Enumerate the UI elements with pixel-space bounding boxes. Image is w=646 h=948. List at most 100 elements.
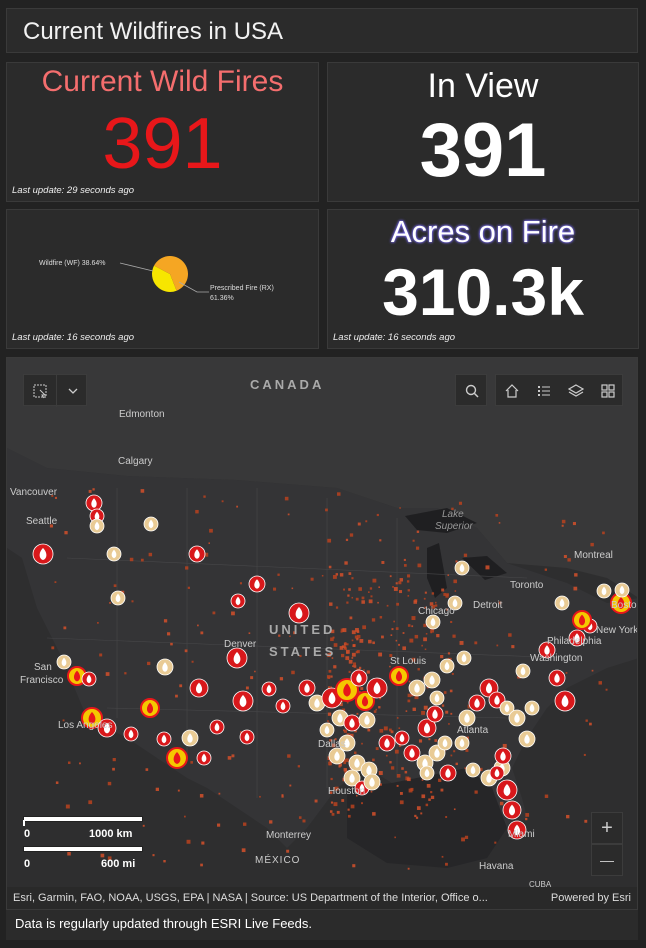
label-atlanta: Atlanta <box>457 725 489 736</box>
fire-marker-large[interactable] <box>572 610 592 630</box>
fire-marker-wildfire[interactable] <box>232 690 254 712</box>
fire-marker-wildfire[interactable] <box>298 679 316 697</box>
footer-note: Data is regularly updated through ESRI L… <box>6 910 638 940</box>
acres-value: 310.3k <box>382 255 584 329</box>
fire-marker-wildfire[interactable] <box>209 719 225 735</box>
fire-marker-large[interactable] <box>166 747 188 769</box>
fire-marker-prescribed[interactable] <box>508 709 526 727</box>
fire-marker-wildfire[interactable] <box>494 747 512 765</box>
fire-marker-wildfire[interactable] <box>261 681 277 697</box>
fire-marker-prescribed[interactable] <box>465 762 481 778</box>
fire-marker-wildfire[interactable] <box>502 800 522 820</box>
fire-marker-wildfire[interactable] <box>378 734 396 752</box>
select-tool-dropdown[interactable] <box>56 375 89 407</box>
fire-marker-wildfire[interactable] <box>394 730 410 746</box>
fire-marker-prescribed[interactable] <box>429 690 445 706</box>
fire-marker-prescribed[interactable] <box>89 518 105 534</box>
fire-marker-wildfire[interactable] <box>366 677 388 699</box>
acres-on-fire-card: Acres on Fire 310.3k Last update: 16 sec… <box>327 209 639 349</box>
label-canada: CANADA <box>250 377 325 392</box>
fire-marker-prescribed[interactable] <box>518 730 536 748</box>
fire-marker-prescribed[interactable] <box>515 663 531 679</box>
fire-marker-wildfire[interactable] <box>548 669 566 687</box>
fire-marker-prescribed[interactable] <box>156 658 174 676</box>
wildfire-map[interactable]: CANADA UNITED STATES MÉXICO Edmonton Cal… <box>6 357 638 910</box>
legend-button[interactable] <box>528 375 560 407</box>
home-icon <box>505 384 519 398</box>
zoom-in-label: + <box>601 817 613 839</box>
select-tool-button[interactable] <box>24 375 56 407</box>
fire-marker-prescribed[interactable] <box>454 560 470 576</box>
label-detroit: Detroit <box>473 600 503 611</box>
zoom-in-button[interactable]: + <box>591 812 623 844</box>
selection-tool-group <box>23 374 89 407</box>
search-button[interactable] <box>455 374 487 406</box>
fire-marker-wildfire[interactable] <box>226 647 248 669</box>
fire-marker-prescribed[interactable] <box>56 654 72 670</box>
fire-marker-prescribed[interactable] <box>554 595 570 611</box>
map-attribution[interactable]: Esri, Garmin, FAO, NOAA, USGS, EPA | NAS… <box>7 887 637 909</box>
fire-marker-wildfire[interactable] <box>439 764 457 782</box>
scale-bar: 0 1000 km 0 600 mi <box>23 816 143 876</box>
home-button[interactable] <box>496 375 528 407</box>
layers-button[interactable] <box>560 375 592 407</box>
select-area-icon <box>33 384 47 399</box>
fire-marker-prescribed[interactable] <box>456 650 472 666</box>
fire-marker-prescribed[interactable] <box>425 614 441 630</box>
basemap-gallery-button[interactable] <box>592 375 624 407</box>
fire-marker-wildfire[interactable] <box>189 678 209 698</box>
fire-marker-wildfire[interactable] <box>426 705 444 723</box>
fire-marker-prescribed[interactable] <box>439 658 455 674</box>
fire-marker-wildfire[interactable] <box>496 779 518 801</box>
fire-hotspot-dots <box>49 488 608 870</box>
fire-marker-prescribed[interactable] <box>358 711 376 729</box>
fire-marker-prescribed[interactable] <box>106 546 122 562</box>
fire-marker-prescribed[interactable] <box>419 765 435 781</box>
grid-icon <box>601 384 615 398</box>
fire-marker-prescribed[interactable] <box>614 582 630 598</box>
fire-marker-wildfire[interactable] <box>343 714 361 732</box>
fire-marker-wildfire[interactable] <box>468 694 486 712</box>
fire-marker-wildfire[interactable] <box>85 494 103 512</box>
scale-km-zero: 0 <box>24 828 31 840</box>
fire-marker-large[interactable] <box>389 666 409 686</box>
fire-marker-wildfire[interactable] <box>188 545 206 563</box>
fire-marker-wildfire[interactable] <box>230 593 246 609</box>
label-toronto: Toronto <box>510 580 544 591</box>
fire-marker-wildfire[interactable] <box>32 543 54 565</box>
fire-marker-wildfire[interactable] <box>403 744 421 762</box>
fire-marker-wildfire[interactable] <box>275 698 291 714</box>
fire-marker-wildfire[interactable] <box>239 729 255 745</box>
fire-marker-prescribed[interactable] <box>524 700 540 716</box>
fire-marker-wildfire[interactable] <box>196 750 212 766</box>
fire-marker-prescribed[interactable] <box>458 709 476 727</box>
fire-marker-wildfire[interactable] <box>554 690 576 712</box>
fire-marker-prescribed[interactable] <box>363 773 381 791</box>
fire-marker-wildfire[interactable] <box>123 726 139 742</box>
fire-marker-prescribed[interactable] <box>437 735 453 751</box>
current-wildfires-card: Current Wild Fires 391 Last update: 29 s… <box>6 62 319 202</box>
fire-marker-wildfire[interactable] <box>156 731 172 747</box>
powered-by-esri[interactable]: Powered by Esri <box>551 892 631 904</box>
fire-marker-large[interactable] <box>140 698 160 718</box>
fire-marker-prescribed[interactable] <box>143 516 159 532</box>
fire-marker-prescribed[interactable] <box>319 722 335 738</box>
fire-marker-wildfire[interactable] <box>489 765 505 781</box>
fire-marker-prescribed[interactable] <box>596 583 612 599</box>
fire-marker-prescribed[interactable] <box>328 747 346 765</box>
fire-marker-prescribed[interactable] <box>408 679 426 697</box>
in-view-count: 391 <box>419 108 547 193</box>
fire-marker-wildfire[interactable] <box>248 575 266 593</box>
label-san: San <box>34 662 52 673</box>
fire-marker-wildfire[interactable] <box>350 669 368 687</box>
fire-marker-wildfire[interactable] <box>288 602 310 624</box>
zoom-out-button[interactable]: — <box>591 844 623 876</box>
fire-marker-wildfire[interactable] <box>81 671 97 687</box>
fire-marker-prescribed[interactable] <box>423 671 441 689</box>
in-view-card: In View 391 <box>327 62 639 202</box>
label-st-louis: St Louis <box>390 656 427 667</box>
fire-marker-prescribed[interactable] <box>181 729 199 747</box>
current-wildfires-update: Last update: 29 seconds ago <box>12 185 135 196</box>
fire-marker-prescribed[interactable] <box>110 590 126 606</box>
fire-marker-prescribed[interactable] <box>454 735 470 751</box>
